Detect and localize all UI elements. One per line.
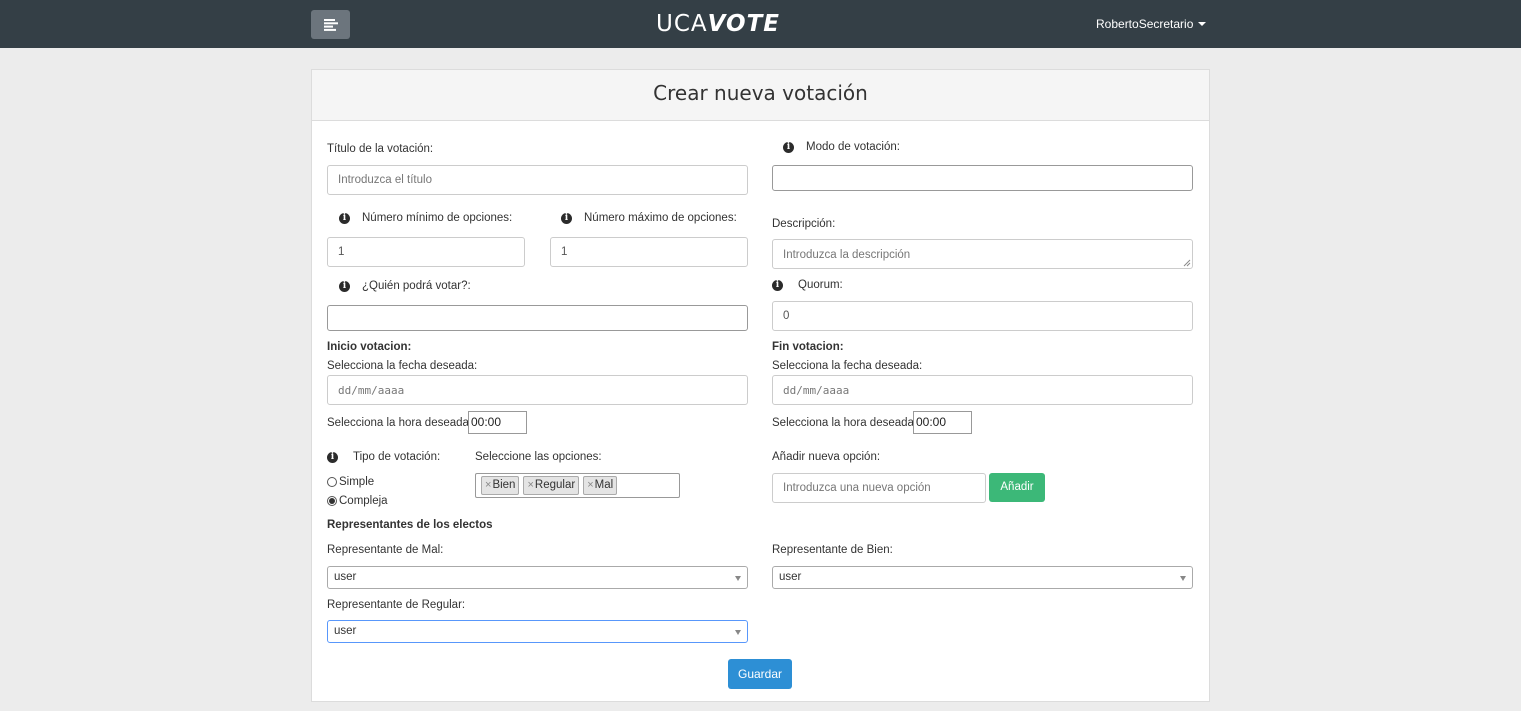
save-button[interactable]: Guardar	[728, 659, 792, 689]
radio-compleja[interactable]	[327, 496, 337, 506]
inicio-time-input[interactable]: 00:00	[468, 411, 527, 434]
remove-tag-icon[interactable]: ×	[527, 477, 533, 494]
rep-mal-label: Representante de Mal:	[327, 544, 444, 556]
fin-hora-label: Selecciona la hora deseada:	[772, 417, 918, 429]
quorum-input[interactable]	[772, 301, 1193, 331]
modo-label-row: i Modo de votación:	[783, 141, 900, 153]
brand-bold-text: VOTE	[707, 11, 780, 37]
menu-icon	[323, 18, 338, 31]
descripcion-textarea[interactable]	[772, 239, 1193, 269]
brand-logo[interactable]: UCAVOTE	[656, 8, 780, 40]
radio-selected-dot	[329, 498, 335, 504]
resize-grip-icon[interactable]	[1183, 259, 1191, 267]
rep-regular-select[interactable]: user	[327, 620, 748, 643]
min-options-label: Número mínimo de opciones:	[362, 212, 513, 224]
rep-regular-value: user	[334, 625, 357, 637]
tipo-simple-option[interactable]: Simple	[327, 476, 374, 488]
sidebar-toggle-button[interactable]	[311, 10, 350, 39]
fin-date-input[interactable]	[772, 375, 1193, 405]
radio-simple-label: Simple	[339, 476, 375, 488]
titulo-input[interactable]	[327, 165, 748, 195]
remove-tag-icon[interactable]: ×	[587, 477, 593, 494]
quien-label: ¿Quién podrá votar?:	[362, 280, 471, 292]
info-icon[interactable]: i	[339, 212, 350, 224]
fin-heading: Fin votacion:	[772, 341, 844, 353]
quien-input[interactable]	[327, 305, 748, 331]
modo-select[interactable]	[772, 165, 1193, 191]
radio-compleja-label: Compleja	[339, 495, 388, 507]
option-tag-label: Mal	[594, 479, 614, 491]
option-tag-label: Regular	[534, 479, 576, 491]
rep-bien-value: user	[779, 571, 802, 583]
option-tag-label: Bien	[492, 479, 516, 491]
max-options-label-row: i Número máximo de opciones:	[561, 212, 737, 224]
radio-simple[interactable]	[327, 477, 337, 487]
quien-label-row: i ¿Quién podrá votar?:	[339, 280, 471, 292]
info-icon[interactable]: i	[327, 451, 338, 463]
info-icon[interactable]: i	[561, 212, 572, 224]
add-option-button[interactable]: Añadir	[989, 473, 1045, 502]
opciones-label: Seleccione las opciones:	[475, 451, 602, 463]
min-options-input[interactable]	[327, 237, 525, 267]
opciones-multiselect[interactable]: × Bien × Regular × Mal	[475, 473, 680, 498]
titulo-label: Título de la votación:	[327, 143, 434, 155]
tipo-compleja-option[interactable]: Compleja	[327, 495, 388, 507]
nueva-opcion-input[interactable]	[772, 473, 986, 503]
dropdown-arrow-icon	[1180, 576, 1186, 581]
tipo-label-row: i Tipo de votación:	[327, 451, 440, 463]
max-options-label: Número máximo de opciones:	[584, 212, 737, 224]
brand-light-text: UCA	[656, 11, 708, 37]
nueva-opcion-label: Añadir nueva opción:	[772, 451, 881, 463]
caret-down-icon	[1198, 22, 1207, 26]
info-icon[interactable]: i	[783, 141, 794, 153]
remove-tag-icon[interactable]: ×	[485, 477, 491, 494]
inicio-hora-label: Selecciona la hora deseada:	[327, 417, 473, 429]
info-icon[interactable]: i	[772, 279, 783, 291]
rep-bien-select[interactable]: user	[772, 566, 1193, 589]
page-title: Crear nueva votación	[312, 70, 1209, 121]
dropdown-arrow-icon	[735, 630, 741, 635]
rep-bien-label: Representante de Bien:	[772, 544, 893, 556]
fin-fecha-label: Selecciona la fecha deseada:	[772, 360, 923, 372]
representantes-heading: Representantes de los electos	[327, 519, 493, 531]
option-tag: × Bien	[481, 476, 520, 495]
option-tag: × Mal	[583, 476, 618, 495]
inicio-date-input[interactable]	[327, 375, 748, 405]
modo-label: Modo de votación:	[806, 141, 900, 153]
rep-regular-label: Representante de Regular:	[327, 599, 466, 611]
top-navbar: UCAVOTE RobertoSecretario	[0, 0, 1521, 48]
info-icon[interactable]: i	[339, 280, 350, 292]
inicio-heading: Inicio votacion:	[327, 341, 412, 353]
option-tag: × Regular	[523, 476, 580, 495]
rep-mal-value: user	[334, 571, 357, 583]
user-dropdown[interactable]: RobertoSecretario	[1096, 14, 1207, 34]
descripcion-label: Descripción:	[772, 218, 836, 230]
rep-mal-select[interactable]: user	[327, 566, 748, 589]
tipo-label: Tipo de votación:	[353, 451, 441, 463]
quorum-label: Quorum:	[798, 279, 843, 291]
inicio-fecha-label: Selecciona la fecha deseada:	[327, 360, 478, 372]
min-options-label-row: i Número mínimo de opciones:	[339, 212, 512, 224]
quorum-label-row: i Quorum:	[772, 279, 843, 291]
fin-time-input[interactable]: 00:00	[913, 411, 972, 434]
user-name: RobertoSecretario	[1096, 17, 1194, 31]
dropdown-arrow-icon	[735, 576, 741, 581]
max-options-input[interactable]	[550, 237, 748, 267]
